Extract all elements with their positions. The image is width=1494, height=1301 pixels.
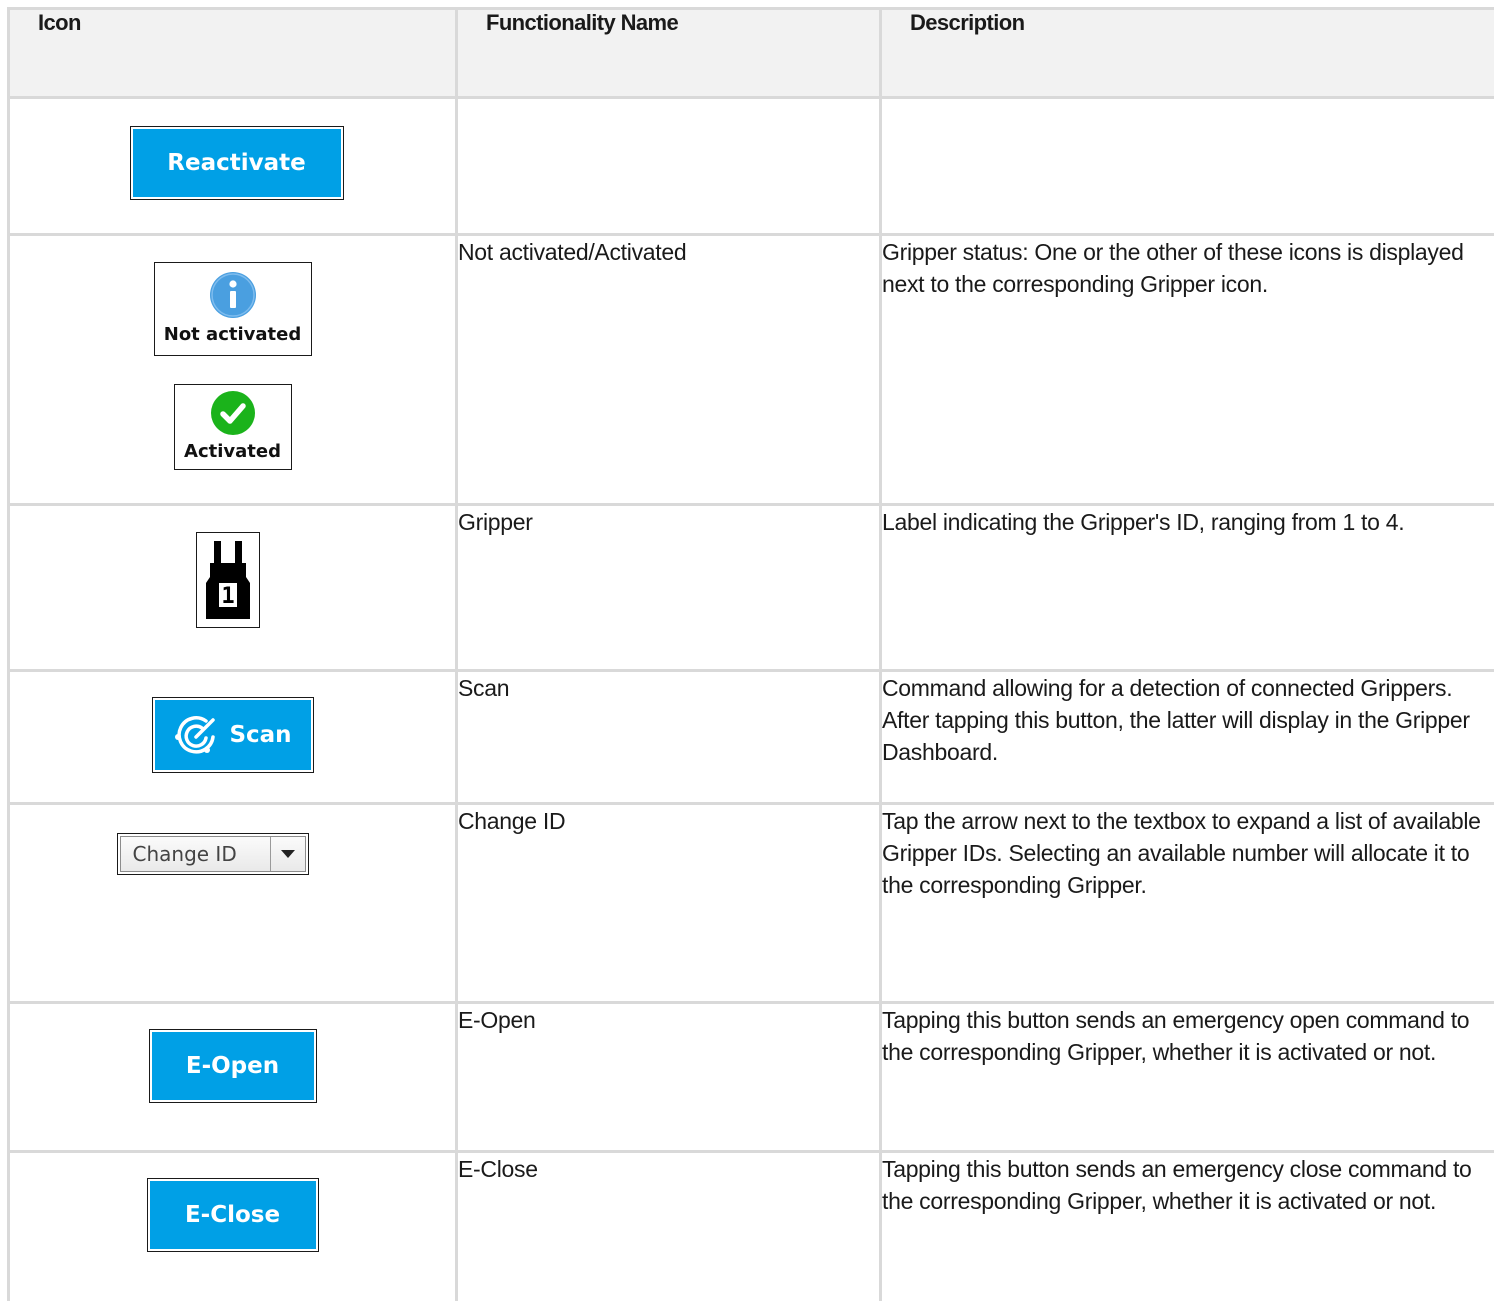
activated-label: Activated <box>184 441 281 462</box>
reactivate-button[interactable]: Reactivate <box>129 126 344 200</box>
icon-cell: E-Open <box>7 1001 458 1153</box>
icon-cell: Not activated Activated <box>7 233 458 506</box>
scan-button-label: Scan <box>229 722 292 748</box>
table-header-row: Icon Functionality Name Description <box>7 7 1494 99</box>
table-row: E-Open E-Open Tapping this button sends … <box>7 1001 1494 1153</box>
icon-cell: 1 <box>7 503 458 672</box>
table-row: Not activated Activated Not activated/Ac… <box>7 233 1494 506</box>
radar-scan-icon <box>175 716 216 754</box>
not-activated-status: Not activated <box>153 262 312 356</box>
gripper-icon: 1 <box>205 541 250 619</box>
activated-status: Activated <box>173 384 292 470</box>
header-functionality-name: Functionality Name <box>455 7 882 99</box>
functionality-table: Icon Functionality Name Description Reac… <box>7 7 1494 1301</box>
info-icon <box>209 272 256 318</box>
description: Tap the arrow next to the textbox to exp… <box>879 802 1494 1004</box>
scan-button[interactable]: Scan <box>151 697 314 773</box>
not-activated-label: Not activated <box>163 324 302 345</box>
header-description: Description <box>879 7 1494 99</box>
change-id-example: Change ID <box>116 833 309 875</box>
functionality-name: E-Close <box>455 1150 882 1301</box>
e-open-button-label: E-Open <box>185 1053 280 1079</box>
table-row: E-Close E-Close Tapping this button send… <box>7 1150 1494 1301</box>
description: Tapping this button sends an emergency c… <box>879 1150 1494 1301</box>
change-id-textbox[interactable]: Change ID <box>121 837 271 871</box>
description <box>879 96 1494 236</box>
gripper-id-badge: 1 <box>195 532 260 628</box>
gripper-id-digit: 1 <box>221 584 234 609</box>
header-icon: Icon <box>7 7 458 99</box>
functionality-name: E-Open <box>455 1001 882 1153</box>
change-id-dropdown[interactable]: Change ID <box>119 836 306 872</box>
description: Label indicating the Gripper's ID, rangi… <box>879 503 1494 672</box>
reactivate-button-label: Reactivate <box>167 150 306 176</box>
table-row: Change ID Change ID Tap the arrow next t… <box>7 802 1494 1004</box>
icon-cell: Change ID <box>7 802 458 1004</box>
chevron-down-icon <box>280 850 295 858</box>
functionality-name <box>455 96 882 236</box>
e-close-button-label: E-Close <box>184 1202 281 1228</box>
functionality-name: Change ID <box>455 802 882 1004</box>
description: Gripper status: One or the other of thes… <box>879 233 1494 506</box>
dropdown-arrow-button[interactable] <box>271 837 305 871</box>
check-icon <box>210 391 255 435</box>
table-row: Reactivate <box>7 96 1494 236</box>
description: Command allowing for a detection of conn… <box>879 669 1494 805</box>
e-close-button[interactable]: E-Close <box>146 1178 319 1252</box>
functionality-name: Not activated/Activated <box>455 233 882 506</box>
table-row: Scan Scan Command allowing for a detecti… <box>7 669 1494 805</box>
icon-cell: Reactivate <box>7 96 458 236</box>
e-open-button[interactable]: E-Open <box>148 1029 317 1103</box>
icon-cell: Scan <box>7 669 458 805</box>
functionality-name: Gripper <box>455 503 882 672</box>
table-row: 1 Gripper Label indicating the Gripper's… <box>7 503 1494 672</box>
functionality-name: Scan <box>455 669 882 805</box>
description: Tapping this button sends an emergency o… <box>879 1001 1494 1153</box>
icon-cell: E-Close <box>7 1150 458 1301</box>
